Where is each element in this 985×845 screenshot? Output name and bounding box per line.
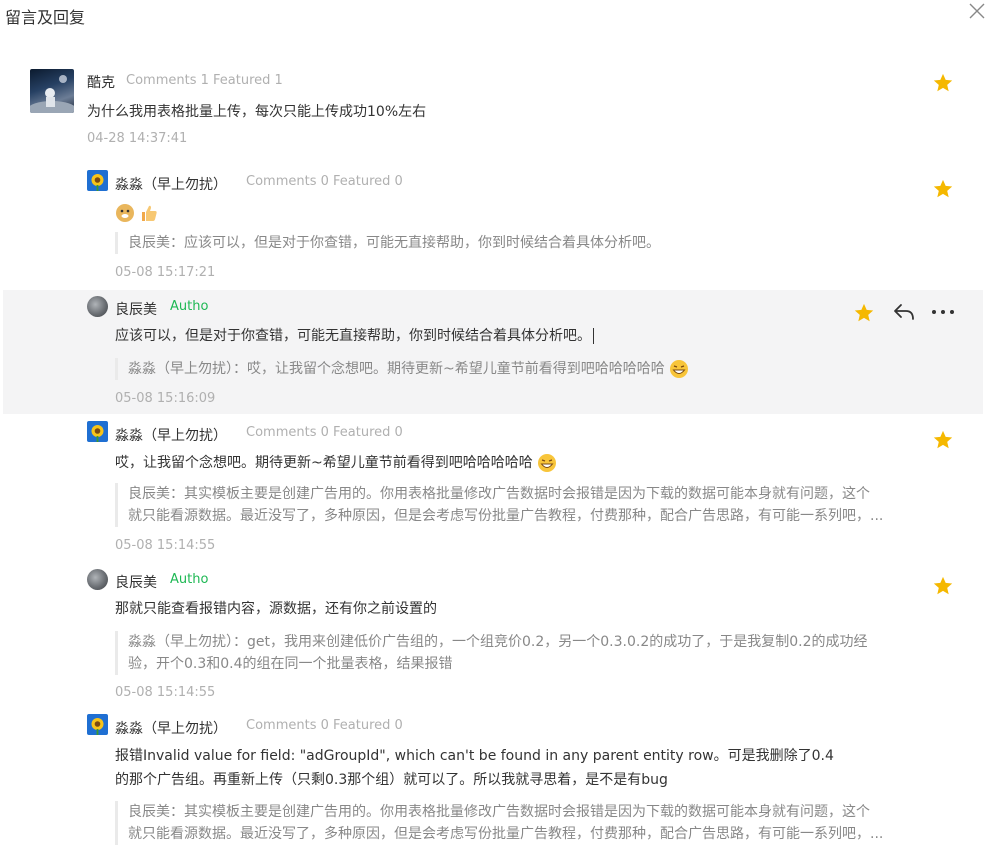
- grin-emoji-icon: [538, 454, 557, 472]
- quoted-reply-text: 淼淼（早上勿扰）：哎，让我留个念想吧。期待更新~希望儿童节前看得到吧哈哈哈哈哈: [128, 361, 665, 377]
- comment-stats: Comments 0 Featured 0: [246, 718, 403, 733]
- comment-text: 应该可以，但是对于你查错，可能无直接帮助，你到时候结合着具体分析吧。: [115, 325, 594, 347]
- comment-emojis: [115, 202, 159, 224]
- quoted-reply-line: 就只能看源数据。最近没写了，多种原因，但是会考虑写份批量广告教程，付费那种，配合…: [128, 826, 884, 842]
- comment-stats: Comments 0 Featured 0: [246, 425, 403, 440]
- avatar[interactable]: [87, 714, 108, 735]
- commenter-name[interactable]: 酷克: [87, 72, 115, 92]
- avatar[interactable]: [87, 170, 108, 191]
- comment-time: 05-08 15:14:55: [115, 685, 216, 700]
- commenter-name[interactable]: 淼淼（早上勿扰）: [115, 718, 227, 738]
- quoted-reply-line: 就只能看源数据。最近没写了，多种原因，但是会考虑写份批量广告教程，付费那种，配合…: [128, 508, 884, 524]
- text-cursor: [593, 328, 594, 344]
- quoted-reply: 淼淼（早上勿扰）：get，我用来创建低价广告组的，一个组竞价0.2，另一个0.3…: [115, 631, 963, 675]
- star-icon: [933, 73, 953, 92]
- close-icon: [969, 3, 985, 19]
- more-dots-icon: [932, 310, 954, 314]
- comment-text-value: 哎，让我留个念想吧。期待更新~希望儿童节前看得到吧哈哈哈哈哈: [115, 455, 533, 471]
- star-icon: [933, 430, 953, 449]
- comment-text-line: 的那个广告组。再重新上传（只剩0.3那个组）就可以了。所以我就寻思着，是不是有b…: [115, 772, 668, 788]
- reply-icon: [894, 304, 914, 320]
- star-icon: [933, 179, 953, 198]
- comment-text: 哎，让我留个念想吧。期待更新~希望儿童节前看得到吧哈哈哈哈哈: [115, 452, 557, 474]
- quoted-reply-line: 良辰美：其实模板主要是创建广告用的。你用表格批量修改广告数据时会报错是因为下载的…: [128, 486, 870, 502]
- star-icon: [854, 303, 874, 322]
- avatar[interactable]: [87, 569, 108, 590]
- quoted-reply-line: 良辰美：其实模板主要是创建广告用的。你用表格批量修改广告数据时会报错是因为下载的…: [128, 804, 870, 820]
- quoted-reply-line: 验，开个0.3和0.4的组在同一个批量表格，结果报错: [128, 656, 453, 672]
- comment-stats: Comments 0 Featured 0: [246, 174, 403, 189]
- comment-stats: Comments 1 Featured 1: [126, 73, 283, 88]
- avatar[interactable]: [87, 421, 108, 442]
- avatar[interactable]: [30, 69, 74, 113]
- author-tag: Autho: [170, 299, 209, 314]
- comment-time: 04-28 14:37:41: [87, 131, 188, 146]
- reply-button[interactable]: [892, 301, 916, 323]
- feature-button[interactable]: [932, 72, 954, 94]
- feature-button[interactable]: [853, 302, 875, 324]
- comment-time: 05-08 15:17:21: [115, 265, 216, 280]
- commenter-name[interactable]: 良辰美: [115, 299, 157, 319]
- comment-text-line: 报错Invalid value for field: "adGroupId", …: [115, 748, 834, 764]
- quoted-reply: 良辰美：其实模板主要是创建广告用的。你用表格批量修改广告数据时会报错是因为下载的…: [115, 801, 963, 845]
- avatar[interactable]: [87, 296, 108, 317]
- more-button[interactable]: [930, 302, 956, 322]
- dialog-title: 留言及回复: [5, 8, 86, 27]
- quoted-reply: 良辰美：其实模板主要是创建广告用的。你用表格批量修改广告数据时会报错是因为下载的…: [115, 483, 963, 527]
- thumbs-up-emoji-icon: [142, 205, 158, 221]
- star-icon: [933, 576, 953, 595]
- quoted-reply: 良辰美：应该可以，但是对于你查错，可能无直接帮助，你到时候结合着具体分析吧。: [115, 232, 660, 254]
- comment-text: 那就只能查看报错内容，源数据，还有你之前设置的: [115, 601, 437, 617]
- quoted-reply: 淼淼（早上勿扰）：哎，让我留个念想吧。期待更新~希望儿童节前看得到吧哈哈哈哈哈: [115, 358, 689, 380]
- comment-text-value: 应该可以，但是对于你查错，可能无直接帮助，你到时候结合着具体分析吧。: [115, 328, 591, 344]
- commenter-name[interactable]: 淼淼（早上勿扰）: [115, 174, 227, 194]
- grin-emoji-icon: [670, 360, 689, 378]
- commenter-name[interactable]: 淼淼（早上勿扰）: [115, 425, 227, 445]
- commenter-name[interactable]: 良辰美: [115, 572, 157, 592]
- feature-button[interactable]: [932, 575, 954, 597]
- doge-emoji-icon: [116, 204, 134, 222]
- comment-time: 05-08 15:16:09: [115, 391, 216, 406]
- feature-button[interactable]: [932, 178, 954, 200]
- feature-button[interactable]: [932, 429, 954, 451]
- author-tag: Autho: [170, 572, 209, 587]
- comment-time: 05-08 15:14:55: [115, 538, 216, 553]
- close-button[interactable]: [966, 0, 985, 22]
- comment-text: 为什么我用表格批量上传，每次只能上传成功10%左右: [87, 104, 427, 120]
- quoted-reply-line: 淼淼（早上勿扰）：get，我用来创建低价广告组的，一个组竞价0.2，另一个0.3…: [128, 634, 868, 650]
